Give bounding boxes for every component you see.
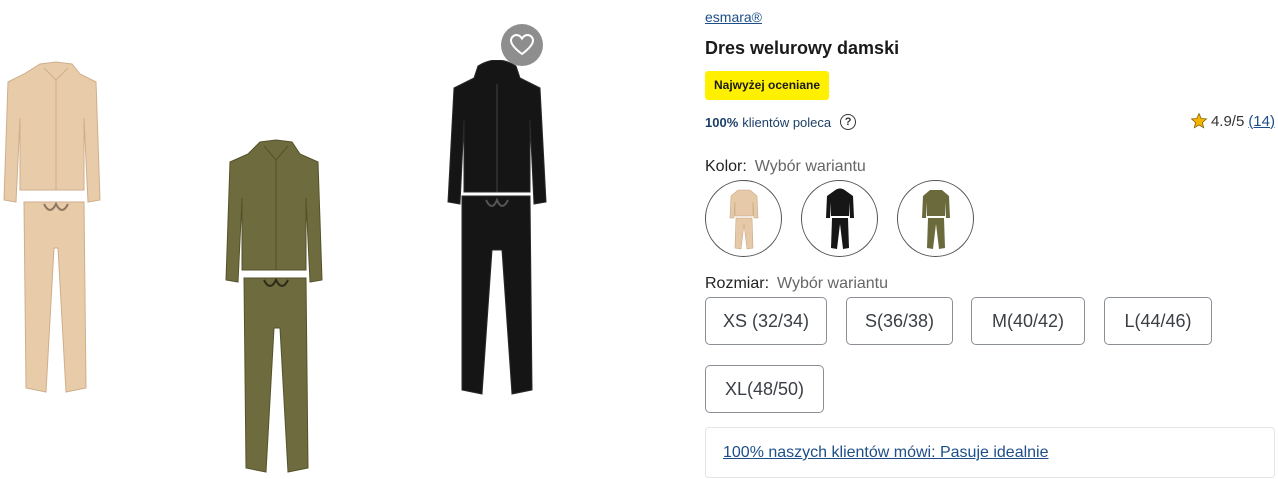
product-info: esmara® Dres welurowy damski Najwyżej oc… xyxy=(705,0,1275,479)
color-hint: Wybór wariantu xyxy=(754,158,866,175)
recommendation-line: 100% klientów poleca ? xyxy=(705,114,857,130)
wishlist-button[interactable] xyxy=(501,24,543,66)
color-swatches xyxy=(705,180,974,257)
color-label: Kolor: xyxy=(705,158,747,175)
product-title: Dres welurowy damski xyxy=(705,38,900,58)
color-swatch-beige[interactable] xyxy=(705,180,782,257)
size-option-xs[interactable]: XS (32/34) xyxy=(705,297,827,345)
star-icon xyxy=(1190,112,1208,129)
recommend-text: klientów poleca xyxy=(742,114,832,130)
recommend-percent: 100% xyxy=(705,114,739,130)
brand-link[interactable]: esmara® xyxy=(705,9,762,25)
heart-icon xyxy=(510,34,534,56)
swatch-thumb-beige xyxy=(729,189,758,249)
fit-info-box: 100% naszych klientów mówi: Pasuje ideal… xyxy=(705,427,1275,478)
color-swatch-olive[interactable] xyxy=(897,180,974,257)
size-option-s[interactable]: S(36/38) xyxy=(846,297,953,345)
product-image-beige[interactable] xyxy=(0,58,110,398)
product-gallery xyxy=(0,0,690,479)
top-rated-badge: Najwyżej oceniane xyxy=(705,71,830,100)
size-label: Rozmiar: xyxy=(705,275,770,292)
size-option-m[interactable]: M(40/42) xyxy=(971,297,1085,345)
rating-value: 4.9/5 xyxy=(1210,112,1245,130)
size-label-row: Rozmiar: Wybór wariantu xyxy=(705,275,888,293)
size-hint: Wybór wariantu xyxy=(777,275,889,292)
fit-info-link[interactable]: 100% naszych klientów mówi: Pasuje ideal… xyxy=(723,444,1049,462)
rating: 4.9/5 (14) xyxy=(1190,112,1275,130)
size-option-xl[interactable]: XL(48/50) xyxy=(705,365,824,413)
rating-count-link[interactable]: (14) xyxy=(1248,113,1275,130)
size-option-l[interactable]: L(44/46) xyxy=(1104,297,1212,345)
swatch-thumb-black xyxy=(825,188,854,249)
color-swatch-black[interactable] xyxy=(801,180,878,257)
color-label-row: Kolor: Wybór wariantu xyxy=(705,158,866,176)
product-image-black[interactable] xyxy=(442,60,552,400)
product-image-olive[interactable] xyxy=(222,138,332,478)
swatch-thumb-olive xyxy=(921,189,950,249)
help-circle-icon[interactable]: ? xyxy=(840,114,857,130)
